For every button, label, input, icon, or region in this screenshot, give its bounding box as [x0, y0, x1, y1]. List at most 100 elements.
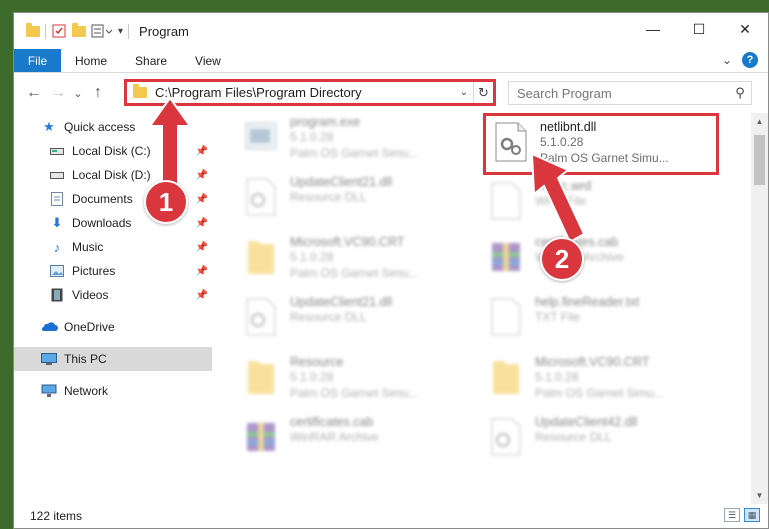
sidebar-item-onedrive[interactable]: OneDrive — [14, 315, 212, 339]
explorer-window: ▾ Program — ☐ ✕ File Home Share View ⌄ ?… — [13, 12, 769, 529]
sidebar-item-videos[interactable]: Videos 📌 — [14, 283, 212, 307]
scrollbar-thumb[interactable] — [754, 135, 765, 185]
file-type: TXT File — [535, 310, 581, 324]
file-name: netlibnt.dll — [540, 120, 597, 134]
sidebar-item-network[interactable]: Network — [14, 379, 212, 403]
scroll-down-icon[interactable]: ▼ — [751, 491, 768, 500]
step-2-badge: 2 — [540, 237, 584, 281]
file-item[interactable]: Microsoft.VC90.CRT 5.1.0.28 Palm OS Garnet… — [483, 353, 723, 409]
divider — [128, 23, 130, 39]
dll-icon — [238, 293, 284, 341]
scroll-up-icon[interactable]: ▲ — [751, 117, 768, 126]
file-item[interactable]: Microsoft.VC90.CRT 5.1.0.28 Palm OS Garnet… — [238, 233, 478, 289]
window-title: Program — [139, 23, 189, 39]
file-item[interactable]: help.fineReader.txt TXT File — [483, 293, 723, 349]
file-item[interactable]: UpdateClient21.dll Resource DLL — [238, 173, 478, 229]
address-dropdown-icon[interactable]: ⌄ — [455, 87, 473, 98]
archive-icon — [238, 413, 284, 461]
file-description: Palm OS Garnet Simu... — [290, 146, 419, 160]
tab-share[interactable]: Share — [121, 49, 181, 72]
recent-locations-button[interactable]: ⌄ — [70, 87, 86, 100]
tab-file[interactable]: File — [14, 49, 61, 72]
search-icon: ⚲ — [735, 85, 745, 100]
forward-button[interactable]: → — [46, 84, 70, 102]
file-name: certificates.cab — [290, 415, 374, 429]
tab-home[interactable]: Home — [61, 49, 121, 72]
sidebar-item-label: Documents — [72, 192, 133, 206]
search-box[interactable]: ⚲ — [508, 81, 752, 105]
file-item[interactable]: UpdateClient21.dll Resource DLL — [238, 293, 478, 349]
downloads-icon: ⬇ — [51, 215, 63, 230]
pin-icon[interactable]: 📌 — [196, 242, 208, 253]
title-bar: ▾ Program — ☐ ✕ — [14, 13, 768, 49]
back-button[interactable]: ← — [22, 84, 46, 102]
minimize-button[interactable]: — — [630, 13, 676, 45]
dll-icon — [238, 173, 284, 221]
sidebar-item-pictures[interactable]: Pictures 📌 — [14, 259, 212, 283]
vertical-scrollbar[interactable]: ▲ ▼ — [751, 113, 768, 504]
navigation-bar: ← → ⌄ ↑ C:\Program Files\Program Directo… — [14, 73, 768, 113]
quick-access-toolbar: ▾ — [26, 22, 130, 39]
item-count: 122 items — [30, 509, 83, 523]
file-name: Microsoft.VC90.CRT — [535, 355, 650, 369]
close-button[interactable]: ✕ — [722, 13, 768, 45]
sidebar-item-label: Local Disk (C:) — [72, 144, 151, 158]
application-icon — [238, 113, 284, 161]
pin-icon[interactable]: 📌 — [196, 290, 208, 301]
sidebar-item-label: Pictures — [72, 264, 116, 278]
sidebar-item-label: Local Disk (D:) — [72, 168, 151, 182]
target-file-item[interactable]: netlibnt.dll 5.1.0.28 Palm OS Garnet Simu.… — [483, 113, 719, 175]
file-item[interactable]: program.exe 5.1.0.28 Palm OS Garnet Simu..… — [238, 113, 478, 169]
folder-icon — [483, 353, 529, 401]
tiles-view-icon[interactable]: ▦ — [744, 508, 760, 522]
search-input[interactable] — [509, 85, 729, 101]
file-item[interactable]: UpdateClient42.dll Resource DLL — [483, 413, 723, 469]
file-item[interactable]: Music.wrd WRD File — [483, 177, 723, 233]
file-name: program.exe — [290, 115, 361, 129]
file-version: 5.1.0.28 — [290, 250, 334, 264]
file-type: Resource DLL — [290, 310, 367, 324]
file-icon — [483, 293, 529, 341]
music-icon: ♪ — [53, 239, 61, 255]
divider — [45, 23, 46, 39]
sidebar-item-label: Quick access — [64, 120, 136, 134]
ribbon-tabs: File Home Share View ⌄ ? — [14, 49, 768, 73]
window-controls: — ☐ ✕ — [630, 13, 768, 45]
file-type: Resource DLL — [535, 430, 612, 444]
cloud-icon — [40, 319, 58, 335]
file-list: program.exe 5.1.0.28 Palm OS Garnet Simu..… — [212, 113, 768, 504]
up-button[interactable]: ↑ — [86, 84, 110, 102]
maximize-button[interactable]: ☐ — [676, 13, 722, 45]
view-options-icon[interactable] — [91, 24, 113, 38]
file-name: help.fineReader.txt — [535, 295, 640, 309]
file-description: Palm OS Garnet Simu... — [535, 386, 664, 400]
file-description: Palm OS Garnet Simu... — [290, 266, 419, 280]
file-item[interactable]: certificates.cabWinRAR Archive — [483, 233, 723, 289]
pin-icon[interactable]: 📌 — [196, 194, 208, 205]
folder-icon[interactable] — [26, 22, 40, 37]
help-icon[interactable]: ? — [742, 52, 758, 68]
file-name: UpdateClient21.dll — [290, 175, 393, 189]
expand-ribbon-icon[interactable]: ⌄ — [722, 53, 732, 67]
file-type: Resource DLL — [290, 190, 367, 204]
pin-icon[interactable]: 📌 — [196, 218, 208, 229]
file-item[interactable]: Resource 5.1.0.28 Palm OS Garnet Simu... — [238, 353, 478, 409]
file-name: Resource — [290, 355, 344, 369]
computer-icon — [40, 351, 58, 367]
file-item[interactable]: certificates.cabWinRAR Archive — [238, 413, 478, 469]
properties-icon[interactable] — [51, 23, 67, 39]
customize-toolbar-icon[interactable]: ▾ — [118, 26, 123, 37]
tab-view[interactable]: View — [181, 49, 235, 72]
details-view-icon[interactable]: ☰ — [724, 508, 740, 522]
address-path[interactable]: C:\Program Files\Program Directory — [155, 85, 455, 100]
sidebar-item-music[interactable]: ♪ Music 📌 — [14, 235, 212, 259]
dll-icon — [483, 413, 529, 461]
network-icon — [40, 383, 58, 399]
refresh-button[interactable]: ↻ — [473, 82, 493, 103]
new-folder-icon[interactable] — [72, 22, 86, 37]
drive-icon — [48, 143, 66, 159]
sidebar-item-this-pc[interactable]: This PC — [14, 347, 212, 371]
file-name: Microsoft.VC90.CRT — [290, 235, 405, 249]
pin-icon[interactable]: 📌 — [196, 266, 208, 277]
pictures-icon — [48, 263, 66, 279]
